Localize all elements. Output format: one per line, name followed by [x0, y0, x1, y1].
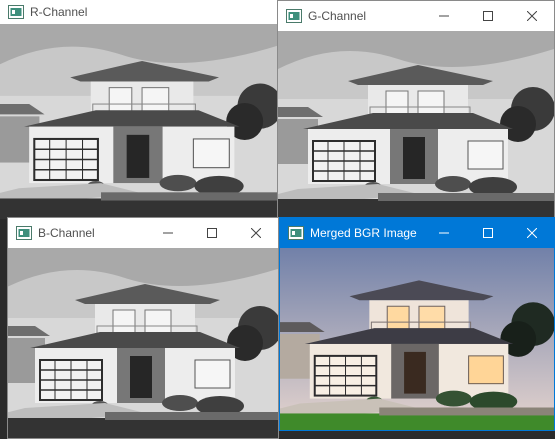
opencv-window-icon — [288, 226, 304, 240]
maximize-button[interactable] — [466, 1, 510, 31]
window-title: G-Channel — [308, 9, 367, 23]
maximize-button[interactable] — [466, 218, 510, 248]
r-channel-titlebar[interactable]: R-Channel — [0, 0, 280, 24]
minimize-icon — [439, 15, 449, 17]
maximize-icon — [483, 11, 493, 21]
minimize-button[interactable] — [422, 218, 466, 248]
g-channel-titlebar[interactable]: G-Channel — [278, 1, 554, 31]
window-title: R-Channel — [30, 5, 88, 19]
g-channel-window[interactable]: G-Channel — [277, 0, 555, 218]
minimize-icon — [439, 232, 449, 234]
close-button[interactable] — [234, 218, 278, 248]
maximize-button[interactable] — [190, 218, 234, 248]
merged-bgr-titlebar[interactable]: Merged BGR Image — [280, 218, 554, 248]
r-channel-window[interactable]: R-Channel — [0, 0, 280, 219]
opencv-window-icon — [286, 9, 302, 23]
b-channel-window[interactable]: B-Channel — [7, 217, 279, 439]
merged-bgr-window[interactable]: Merged BGR Image — [279, 217, 555, 431]
maximize-icon — [207, 228, 217, 238]
r-channel-image — [0, 24, 280, 219]
opencv-window-icon — [16, 226, 32, 240]
opencv-window-icon — [8, 5, 24, 19]
window-title: B-Channel — [38, 226, 95, 240]
close-button[interactable] — [510, 1, 554, 31]
close-button[interactable] — [510, 218, 554, 248]
merged-bgr-image — [280, 248, 554, 430]
maximize-icon — [483, 228, 493, 238]
minimize-button[interactable] — [146, 218, 190, 248]
close-icon — [527, 228, 537, 238]
g-channel-image — [278, 31, 554, 217]
close-icon — [527, 11, 537, 21]
minimize-button[interactable] — [422, 1, 466, 31]
minimize-icon — [163, 232, 173, 234]
close-icon — [251, 228, 261, 238]
b-channel-titlebar[interactable]: B-Channel — [8, 218, 278, 248]
b-channel-image — [8, 248, 278, 438]
window-title: Merged BGR Image — [310, 226, 417, 240]
